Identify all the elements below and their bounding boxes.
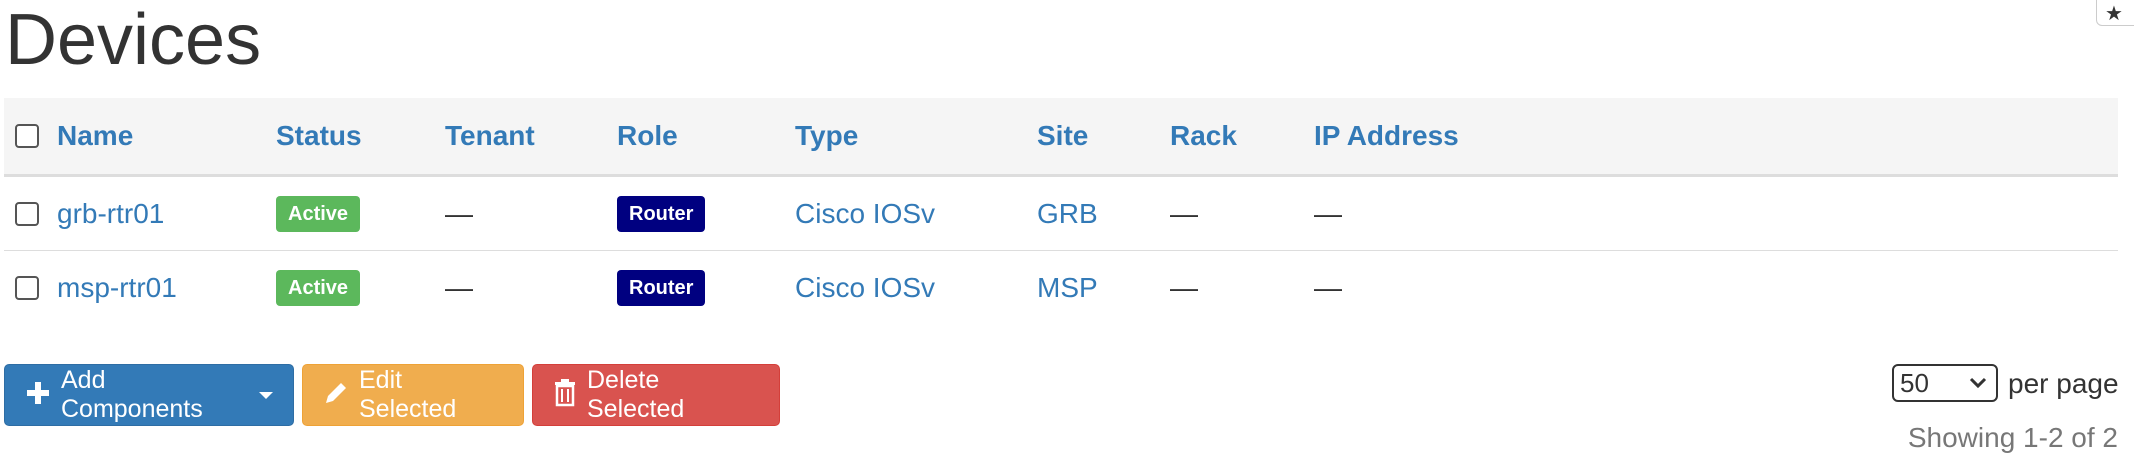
edit-selected-label: Edit Selected [359,366,457,423]
type-link[interactable]: Cisco IOSv [795,177,935,250]
chevron-down-icon [1968,372,1988,400]
role-cell: Router [617,251,706,324]
status-badge: Active [276,269,361,306]
add-components-button[interactable]: Add Components [4,364,294,426]
delete-selected-label: Delete Selected [587,366,685,423]
table-row: msp-rtr01 Active — Router Cisco IOSv MSP… [4,251,2118,324]
pagination-summary: Showing 1-2 of 2 [1907,422,2118,453]
status-cell: Active [276,177,361,250]
column-header-ip-address[interactable]: IP Address [1314,98,1459,174]
column-header-tenant[interactable]: Tenant [445,98,535,174]
table-header: Name Status Tenant Role Type Site Rack I… [4,98,2118,177]
column-header-site[interactable]: Site [1037,98,1088,174]
pencil-icon [323,380,349,411]
column-header-rack[interactable]: Rack [1170,98,1237,174]
row-checkbox[interactable] [15,201,39,226]
row-select-cell [15,251,39,324]
top-right-button[interactable]: ★ [2096,0,2134,26]
column-header-type[interactable]: Type [795,98,858,174]
select-all-checkbox[interactable] [15,124,39,148]
site-link[interactable]: GRB [1037,177,1098,250]
plus-icon [25,380,51,411]
status-cell: Active [276,251,361,324]
caret-down-icon [259,391,273,399]
role-badge: Router [617,269,706,306]
site-link[interactable]: MSP [1037,251,1098,324]
star-icon: ★ [2105,3,2123,25]
role-badge: Router [617,195,706,232]
status-badge: Active [276,195,361,232]
role-cell: Router [617,177,706,250]
add-components-label: Add Components [61,366,203,423]
tenant-value: — [445,197,473,229]
page-title: Devices [5,0,262,80]
row-select-cell [15,177,39,250]
ip-address-value: — [1314,197,1342,229]
ip-address-value: — [1314,271,1342,303]
rack-value: — [1170,197,1198,229]
per-page-value: 50 [1900,367,1929,398]
row-checkbox[interactable] [15,275,39,300]
per-page-select[interactable]: 50 [1892,364,1998,402]
trash-icon [553,378,577,412]
per-page-label: per page [2008,368,2119,399]
device-name-link[interactable]: msp-rtr01 [57,251,177,324]
type-link[interactable]: Cisco IOSv [795,251,935,324]
rack-value: — [1170,271,1198,303]
select-all-cell [15,98,39,174]
delete-selected-button[interactable]: Delete Selected [532,364,780,426]
edit-selected-button[interactable]: Edit Selected [302,364,524,426]
column-header-status[interactable]: Status [276,98,362,174]
column-header-role[interactable]: Role [617,98,678,174]
column-header-name[interactable]: Name [57,98,133,174]
table-row: grb-rtr01 Active — Router Cisco IOSv GRB… [4,177,2118,251]
tenant-value: — [445,271,473,303]
device-name-link[interactable]: grb-rtr01 [57,177,164,250]
